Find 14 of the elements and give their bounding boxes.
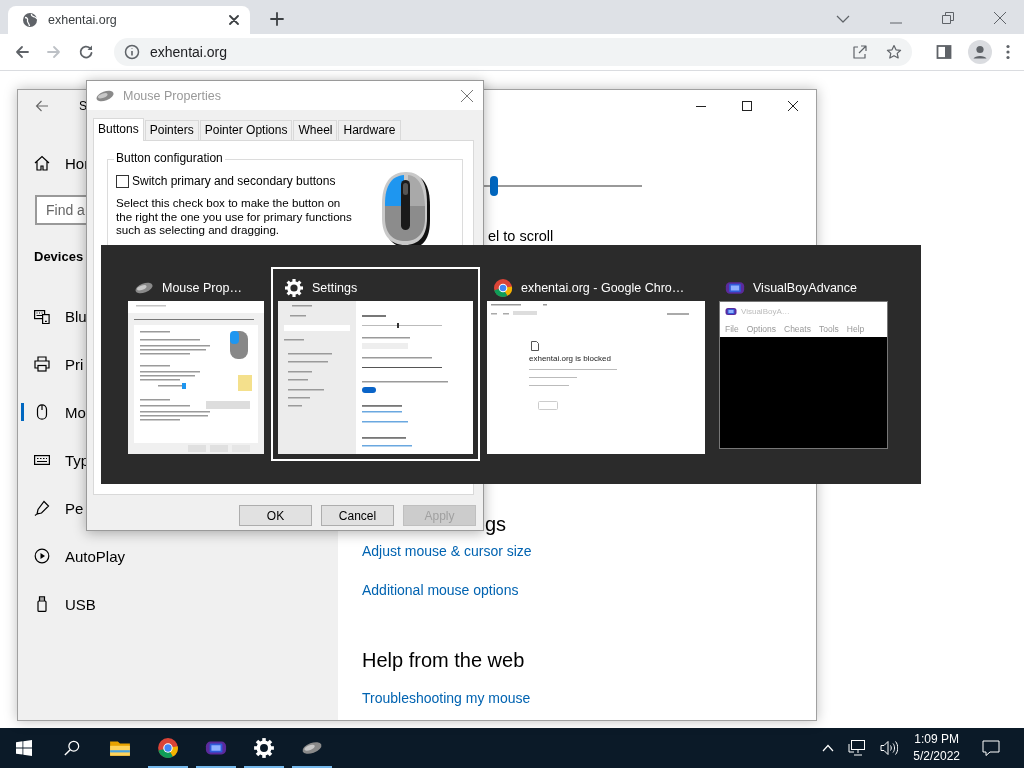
window-title: Mouse Prop…	[162, 280, 242, 295]
setting-label: el to scroll	[488, 227, 555, 246]
window-title: S	[79, 99, 87, 113]
window-title: exhentai.org - Google Chro…	[521, 280, 685, 295]
group-title: Button configuration	[114, 151, 225, 165]
window-title: VisualBoyAdvance	[753, 280, 857, 295]
description-text: Select this check box to make the button on the right the one you use for primary functions such as selecting and dragging.	[116, 196, 353, 237]
section-heading: Devices	[34, 248, 85, 266]
window-title: Settings	[312, 280, 358, 295]
section-heading: Help from the web	[362, 648, 526, 673]
page-heading: exhentai.org is blocked	[529, 354, 611, 363]
window-title: Mouse Properties	[123, 88, 221, 103]
section-heading: gs	[485, 512, 508, 536]
window-title: VisualBoyA…	[741, 307, 790, 316]
